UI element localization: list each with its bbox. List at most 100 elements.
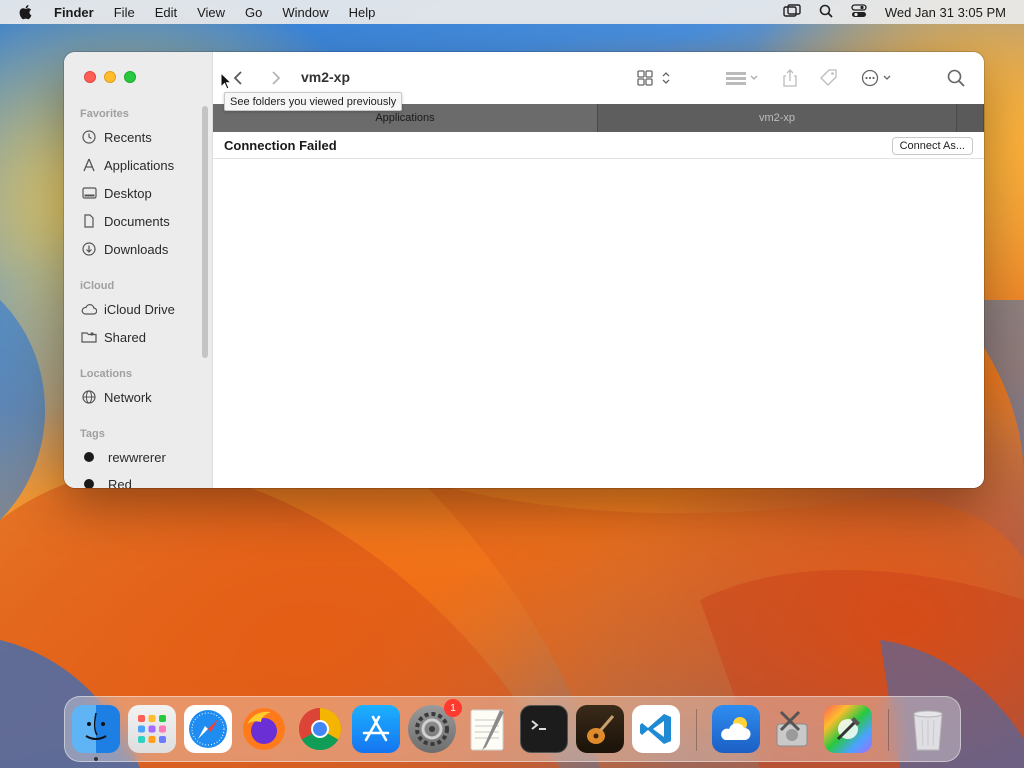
menu-edit[interactable]: Edit <box>155 5 177 20</box>
menu-finder[interactable]: Finder <box>54 5 94 20</box>
more-actions-button[interactable] <box>861 68 895 88</box>
disk-utility-icon <box>776 710 808 747</box>
dock-separator <box>888 709 889 751</box>
shared-folder-icon <box>80 329 98 345</box>
spotlight-search-icon[interactable] <box>819 4 833 21</box>
sidebar-item-icloud-drive[interactable]: iCloud Drive <box>80 298 175 320</box>
dock-system-settings[interactable]: 1 <box>408 699 462 753</box>
desktop-icon <box>80 185 98 201</box>
tag-color-dot <box>84 479 94 488</box>
connection-status: Connection Failed <box>224 137 337 153</box>
dock-separator <box>696 709 697 751</box>
safari-icon <box>189 710 227 748</box>
sidebar-item-network[interactable]: Network <box>80 386 152 408</box>
sidebar-item-label: Downloads <box>104 241 169 257</box>
tag-color-dot <box>84 452 94 462</box>
sidebar-item-label: rewwrerer <box>108 449 166 465</box>
dock-terminal[interactable] <box>520 705 568 753</box>
menu-go[interactable]: Go <box>245 5 262 20</box>
menu-view[interactable]: View <box>197 5 225 20</box>
sidebar-item-label: Applications <box>104 157 175 173</box>
tab-vm2-xp[interactable]: vm2-xp <box>598 104 957 132</box>
sidebar-item-label: Documents <box>104 213 170 229</box>
dock-app-store[interactable] <box>352 705 400 753</box>
sidebar-tag-red[interactable]: Red <box>80 473 132 488</box>
dock-xcode-tools[interactable] <box>824 705 872 753</box>
tooltip: See folders you viewed previously <box>224 92 403 111</box>
forward-button[interactable] <box>271 68 281 88</box>
menu-bar: Finder File Edit View Go Window Help Wed… <box>0 0 1024 24</box>
connect-as-button[interactable]: Connect As... <box>891 137 973 155</box>
sidebar-item-shared[interactable]: Shared <box>80 326 146 348</box>
sidebar-item-applications[interactable]: Applications <box>80 154 174 176</box>
dock-launchpad[interactable] <box>128 705 176 753</box>
dock-firefox[interactable] <box>240 705 288 753</box>
control-center-icon[interactable] <box>851 3 867 21</box>
back-button[interactable] <box>233 68 243 88</box>
dock-finder[interactable] <box>72 705 120 753</box>
zoom-window-button[interactable] <box>124 71 136 83</box>
menu-window[interactable]: Window <box>282 5 328 20</box>
terminal-icon <box>531 720 546 730</box>
close-window-button[interactable] <box>84 71 96 83</box>
view-mode-button[interactable] <box>637 68 673 88</box>
menu-clock[interactable]: Wed Jan 31 3:05 PM <box>885 5 1006 20</box>
sidebar-item-label: Red <box>108 476 132 489</box>
dock-vscode[interactable] <box>632 705 680 753</box>
minimize-window-button[interactable] <box>104 71 116 83</box>
sidebar-section-favorites: Favorites <box>80 108 129 120</box>
notification-badge: 1 <box>444 699 462 717</box>
sidebar-section-tags: Tags <box>80 428 105 440</box>
sidebar-item-documents[interactable]: Documents <box>80 210 170 232</box>
sidebar-item-recents[interactable]: Recents <box>80 126 152 148</box>
vscode-icon <box>640 714 671 744</box>
sidebar-item-downloads[interactable]: Downloads <box>80 238 168 260</box>
hammer-wrench-icon <box>836 717 860 741</box>
cloud-icon <box>80 301 98 317</box>
sidebar-item-desktop[interactable]: Desktop <box>80 182 152 204</box>
dock-disk-utility[interactable] <box>768 705 816 753</box>
dock-trash[interactable] <box>904 705 952 753</box>
trash-icon <box>913 710 943 751</box>
textedit-icon <box>470 709 504 751</box>
gear-icon <box>415 712 449 746</box>
guitar-icon <box>587 715 615 744</box>
sidebar-item-label: iCloud Drive <box>104 301 175 317</box>
menu-file[interactable]: File <box>114 5 135 20</box>
finder-window: Favorites Recents Applications Desktop D… <box>64 52 984 488</box>
app-store-icon <box>362 715 390 742</box>
document-icon <box>80 213 98 229</box>
sidebar-item-label: Network <box>104 389 152 405</box>
group-by-button[interactable] <box>725 68 761 88</box>
new-tab-button[interactable] <box>957 104 984 132</box>
running-indicator <box>94 757 98 761</box>
dock-textedit[interactable] <box>464 705 512 753</box>
clock-icon <box>80 129 98 145</box>
launchpad-icon <box>138 715 166 743</box>
window-title: vm2-xp <box>301 69 351 85</box>
tag-icon[interactable] <box>819 68 839 88</box>
sidebar-tag-rewwrerer[interactable]: rewwrerer <box>80 446 166 468</box>
menu-help[interactable]: Help <box>349 5 376 20</box>
weather-icon <box>721 717 751 740</box>
sidebar-scrollbar[interactable] <box>202 106 208 358</box>
content-area: Connection Failed Connect As... <box>213 132 984 488</box>
dock-garageband[interactable] <box>576 705 624 753</box>
dock-weather[interactable] <box>712 705 760 753</box>
sidebar: Favorites Recents Applications Desktop D… <box>64 52 213 488</box>
sidebar-item-label: Shared <box>104 329 146 345</box>
apple-menu-icon[interactable] <box>18 4 36 20</box>
globe-icon <box>80 389 98 405</box>
share-icon[interactable] <box>783 68 797 88</box>
search-icon[interactable] <box>947 68 965 88</box>
chrome-icon <box>298 708 342 751</box>
firefox-icon <box>243 708 285 750</box>
connection-bar: Connection Failed Connect As... <box>213 132 984 159</box>
dock-chrome[interactable] <box>296 705 344 753</box>
sidebar-section-icloud: iCloud <box>80 280 115 292</box>
dock: 1 <box>64 696 961 762</box>
download-icon <box>80 241 98 257</box>
dock-safari[interactable] <box>184 705 232 753</box>
screen-mirroring-icon[interactable] <box>783 3 801 21</box>
applications-icon <box>80 157 98 173</box>
